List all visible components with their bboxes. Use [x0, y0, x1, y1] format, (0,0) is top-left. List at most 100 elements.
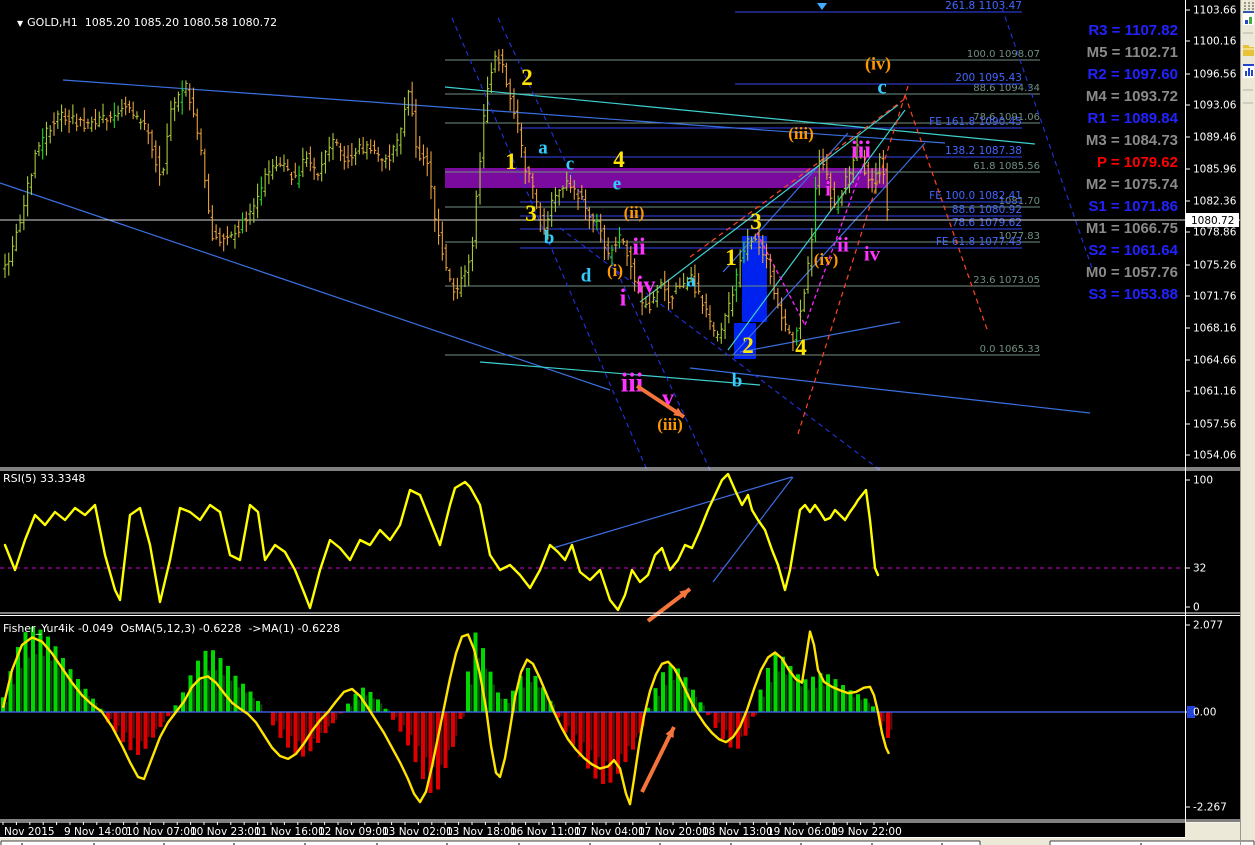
lower-window-top [1, 841, 980, 845]
osma-bar [158, 712, 163, 728]
wave-label[interactable]: c [566, 154, 574, 175]
wave-label[interactable]: b [732, 371, 743, 392]
time-label: 10 Nov 07:00 [126, 826, 197, 838]
time-label: 10 Nov 23:00 [190, 826, 261, 838]
wave-label[interactable]: a [686, 271, 696, 292]
osma-bar [841, 685, 845, 712]
fib-label-blue: 200 1095.43 [955, 72, 1022, 84]
wave-label[interactable]: 2 [521, 65, 533, 90]
wave-label[interactable]: iv [637, 272, 656, 298]
osma-bar [758, 689, 763, 712]
fib-label-blue: 78.6 1079.62 [952, 217, 1022, 229]
pivot-level-label: M2 = 1075.74 [1086, 176, 1179, 193]
current-price-label: 1080.72 [1191, 215, 1234, 227]
collapse-triangle-icon[interactable]: ▼ [17, 19, 23, 28]
folder-icon[interactable] [1243, 47, 1254, 56]
osma-bar [76, 679, 80, 712]
osma-bar [398, 712, 403, 732]
wave-label[interactable]: c [877, 74, 886, 98]
osma-bar [623, 712, 628, 763]
wave-label[interactable]: (iv) [865, 53, 891, 74]
osma-bar [856, 694, 860, 712]
osma-bar-dark [290, 712, 293, 737]
osma-bar [436, 712, 440, 790]
osma-bar-dark [42, 655, 45, 712]
wave-label[interactable]: a [538, 138, 548, 159]
time-label: 16 Nov 11:00 [510, 826, 581, 838]
wave-label[interactable]: ii [632, 234, 646, 260]
osma-bar [766, 668, 770, 712]
grip-dots-icon [1252, 2, 1254, 4]
wave-label[interactable]: 2 [742, 333, 754, 358]
osma-bar-dark [312, 712, 315, 739]
wave-label[interactable]: d [581, 266, 592, 287]
time-label: 13 Nov 18:00 [446, 826, 517, 838]
bottom-window-edge [0, 840, 1255, 845]
osma-bar-dark [725, 712, 728, 731]
new-chart-icon[interactable] [1243, 12, 1254, 25]
osma-bar [488, 671, 493, 712]
osma-bar [871, 706, 875, 712]
pivot-level-label: M1 = 1066.75 [1086, 220, 1178, 237]
chart-canvas[interactable]: 100.0 1098.0788.6 1094.3478.6 1091.0661.… [0, 0, 1255, 845]
osma-bar [886, 712, 890, 738]
time-label: 18 Nov 13:00 [702, 826, 773, 838]
osma-bar-dark [125, 712, 128, 733]
osma-bar-dark [12, 684, 15, 712]
osma-bar-dark [800, 686, 803, 712]
rsi-indicator-title: RSI(5) 33.3348 [3, 472, 86, 485]
wave-label[interactable]: i [825, 176, 831, 200]
time-label: 19 Nov 06:00 [767, 826, 838, 838]
wave-label[interactable]: (iii) [657, 415, 683, 434]
osma-bar-dark [462, 712, 465, 717]
wave-label[interactable]: iv [864, 241, 881, 265]
osma-bar-dark [582, 712, 585, 743]
osma-bar [316, 712, 320, 743]
osma-bar [721, 712, 725, 739]
osma-bar-dark [537, 687, 540, 712]
wave-label[interactable]: e [613, 174, 621, 195]
wave-label[interactable]: b [544, 228, 555, 249]
axis-tick-label: 1064.66 [1193, 355, 1237, 367]
osma-bar-dark [275, 712, 278, 722]
osma-bar-dark [27, 657, 30, 712]
wave-label[interactable]: 1 [725, 245, 737, 270]
osma-bar [226, 665, 230, 712]
fib-label-green: 61.8 1085.56 [973, 161, 1040, 172]
wave-label[interactable]: (iv) [814, 250, 839, 269]
wave-label[interactable]: 4 [613, 147, 625, 172]
wave-label[interactable]: (iii) [788, 124, 814, 143]
fisher-axis-label: 2.077 [1193, 620, 1223, 632]
wave-label[interactable]: iii [621, 367, 644, 397]
wave-label[interactable]: (ii) [624, 203, 645, 222]
osma-bar-dark [327, 712, 330, 727]
osma-bar-dark [770, 682, 773, 712]
osma-bar [863, 698, 868, 712]
fib-label-blue: FE 161.8 1090.45 [929, 116, 1022, 128]
right-toolbar-strip [1240, 0, 1255, 845]
axis-tick-label: 1089.46 [1193, 132, 1237, 144]
wave-label[interactable]: i [620, 285, 627, 311]
wave-label[interactable]: (i) [607, 261, 623, 280]
fib-label-blue: 88.6 1080.92 [952, 204, 1022, 216]
osma-bar [496, 692, 500, 712]
osma-bar [833, 679, 838, 712]
lower-window-top [1050, 841, 1254, 845]
osma-bar-dark [837, 689, 840, 712]
osma-bar-dark [882, 712, 885, 722]
fib-label-blue: 261.8 1103.47 [945, 0, 1022, 12]
axis-tick-label: 1093.06 [1193, 100, 1237, 112]
wave-label[interactable]: 3 [525, 201, 537, 226]
osma-bar [773, 652, 778, 712]
wave-label[interactable]: ii [837, 232, 849, 256]
osma-bar [136, 712, 140, 755]
wave-label[interactable]: iii [851, 137, 871, 163]
wave-label[interactable]: 4 [795, 335, 807, 360]
pivot-level-label: M5 = 1102.71 [1087, 44, 1178, 61]
osma-bar [728, 712, 733, 748]
time-label: 9 Nov 14:00 [64, 826, 128, 838]
wave-label[interactable]: 1 [505, 149, 517, 174]
osma-bar [451, 712, 455, 747]
wave-label[interactable]: 3 [750, 209, 762, 234]
osma-bar [421, 712, 425, 780]
